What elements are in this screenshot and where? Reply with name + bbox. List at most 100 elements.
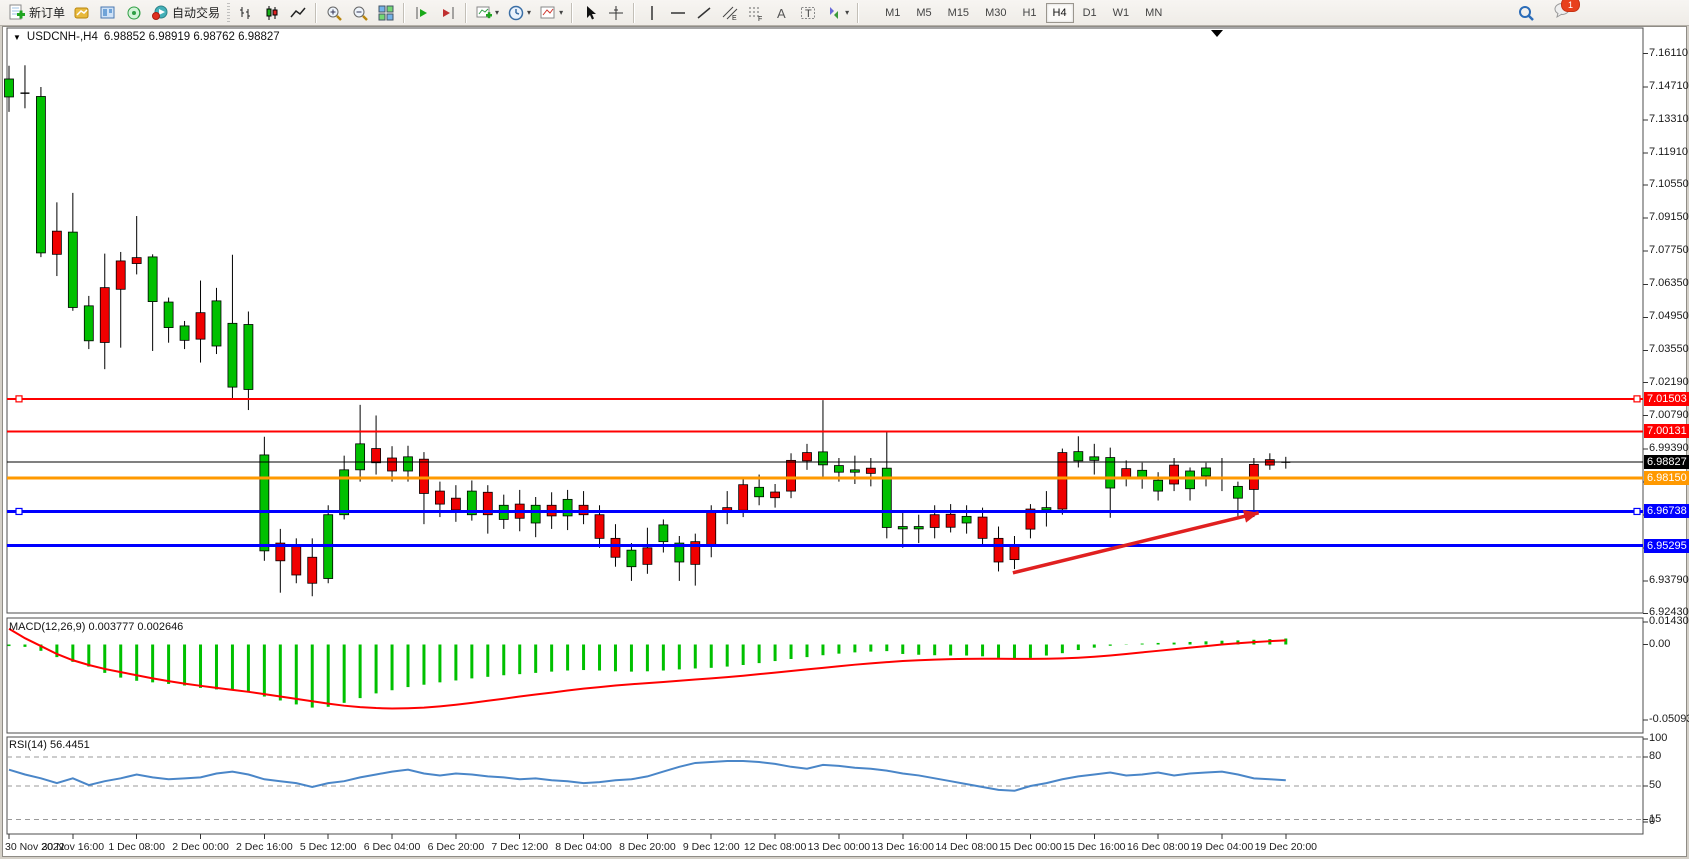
timeframe-button-M1[interactable]: M1 — [878, 3, 907, 23]
zoom-in-button[interactable] — [322, 2, 346, 24]
price-badge: 7.01503 — [1644, 392, 1689, 406]
channel-icon: E — [721, 4, 739, 22]
timeframe-button-H1[interactable]: H1 — [1015, 3, 1043, 23]
date-tick: 30 Nov 16:00 — [42, 841, 104, 853]
price-axis[interactable]: 7.161107.147107.133107.119107.105507.091… — [1639, 27, 1688, 858]
indicators-button[interactable]: ▾ — [472, 2, 502, 24]
text-button[interactable]: A — [770, 2, 794, 24]
chart-shift-button[interactable] — [436, 2, 460, 24]
timeframe-button-M30[interactable]: M30 — [978, 3, 1013, 23]
bar-chart-button[interactable] — [234, 2, 258, 24]
date-tick: 19 Dec 04:00 — [1191, 841, 1253, 853]
price-badge: 6.96738 — [1644, 504, 1689, 518]
channel-button[interactable]: E — [718, 2, 742, 24]
new-order-button[interactable]: 新订单 — [5, 2, 68, 24]
date-tick: 8 Dec 04:00 — [555, 841, 612, 853]
notifications-button[interactable]: 1 — [1553, 1, 1573, 24]
zoom-out-button[interactable] — [348, 2, 372, 24]
price-tick: 7.10550 — [1649, 178, 1689, 190]
price-badge: 6.95295 — [1644, 539, 1689, 553]
search-button[interactable] — [1514, 2, 1538, 24]
notification-badge: 1 — [1561, 0, 1580, 12]
auto-scroll-button[interactable] — [410, 2, 434, 24]
new-order-label: 新订单 — [29, 4, 65, 21]
new-order-icon — [8, 4, 26, 22]
rsi-value: 56.4451 — [50, 739, 90, 751]
trendline-button[interactable] — [692, 2, 716, 24]
auto-trading-button[interactable]: 自动交易 — [148, 2, 223, 24]
price-tick: 6.93790 — [1649, 574, 1689, 586]
dropdown-caret-icon: ▾ — [559, 8, 563, 17]
timeframe-button-MN[interactable]: MN — [1138, 3, 1169, 23]
rsi-indicator-label: RSI(14) 56.4451 — [9, 739, 90, 751]
price-tick: 7.16110 — [1649, 47, 1688, 59]
text-icon: A — [773, 4, 791, 22]
cursor-button[interactable] — [578, 2, 602, 24]
svg-text:E: E — [732, 15, 737, 22]
timeframe-button-D1[interactable]: D1 — [1076, 3, 1104, 23]
timeframe-button-M15[interactable]: M15 — [941, 3, 976, 23]
indicators-icon — [475, 4, 493, 22]
shapes-button[interactable]: ▾ — [822, 2, 852, 24]
date-tick: 16 Dec 08:00 — [1127, 841, 1189, 853]
date-tick: 6 Dec 20:00 — [428, 841, 485, 853]
fibonacci-button[interactable]: F — [744, 2, 768, 24]
date-tick: 8 Dec 20:00 — [619, 841, 676, 853]
toolbar: 新订单 自动交易 ▾ ▾ ▾ E F A T ▾ M1M5M15M30H1H4D… — [0, 0, 1689, 26]
macd-values: 0.003777 0.002646 — [88, 621, 183, 633]
price-tick: 7.13310 — [1649, 113, 1689, 125]
date-axis[interactable]: 30 Nov 202230 Nov 16:001 Dec 08:002 Dec … — [3, 833, 1688, 857]
date-tick: 5 Dec 12:00 — [300, 841, 357, 853]
toolbar-separator — [465, 3, 467, 23]
price-tick: 7.14710 — [1649, 80, 1689, 92]
date-tick: 1 Dec 08:00 — [108, 841, 165, 853]
cursor-icon — [581, 4, 599, 22]
search-icon — [1517, 4, 1535, 22]
timeframe-button-W1[interactable]: W1 — [1106, 3, 1137, 23]
label-button[interactable]: T — [796, 2, 820, 24]
chart-title[interactable]: ▼ USDCNH-,H4 6.98852 6.98919 6.98762 6.9… — [13, 31, 280, 43]
line-chart-button[interactable] — [286, 2, 310, 24]
timeframe-button-M5[interactable]: M5 — [909, 3, 938, 23]
date-tick: 13 Dec 00:00 — [808, 841, 870, 853]
vertical-line-button[interactable] — [640, 2, 664, 24]
rsi-name: RSI(14) — [9, 739, 47, 751]
horizontal-line-button[interactable] — [666, 2, 690, 24]
zoom-out-icon — [351, 4, 369, 22]
macd-tick: 0.014306 — [1649, 615, 1689, 627]
shapes-icon — [825, 4, 843, 22]
tile-windows-button[interactable] — [374, 2, 398, 24]
rsi-tick: 80 — [1649, 750, 1661, 762]
crosshair-button[interactable] — [604, 2, 628, 24]
dropdown-caret-icon: ▾ — [495, 8, 499, 17]
zoom-in-icon — [325, 4, 343, 22]
toolbar-separator — [633, 3, 635, 23]
auto-trading-icon — [151, 4, 169, 22]
horizontal-line-icon — [669, 4, 687, 22]
new-chart-icon — [73, 4, 91, 22]
rsi-tick: 50 — [1649, 779, 1661, 791]
candlestick-chart-icon — [263, 4, 281, 22]
toolbar-separator — [857, 3, 859, 23]
date-tick: 15 Dec 00:00 — [999, 841, 1061, 853]
signals-button[interactable] — [122, 2, 146, 24]
templates-icon — [539, 4, 557, 22]
price-tick: 7.07750 — [1649, 244, 1689, 256]
date-tick: 15 Dec 16:00 — [1063, 841, 1125, 853]
periods-button[interactable]: ▾ — [504, 2, 534, 24]
timeframe-button-H4[interactable]: H4 — [1046, 3, 1074, 23]
macd-tick: 0.00 — [1649, 638, 1670, 650]
toolbar-separator — [315, 3, 317, 23]
signals-icon — [125, 4, 143, 22]
profiles-button[interactable] — [96, 2, 120, 24]
dropdown-caret-icon: ▾ — [845, 8, 849, 17]
price-badge: 6.98150 — [1644, 471, 1689, 485]
toolbar-grip — [227, 3, 230, 23]
candlestick-chart-button[interactable] — [260, 2, 284, 24]
price-tick: 7.02190 — [1649, 376, 1689, 388]
line-chart-icon — [289, 4, 307, 22]
templates-button[interactable]: ▾ — [536, 2, 566, 24]
chart-canvas[interactable] — [3, 27, 1688, 856]
rsi-tick: 0 — [1649, 815, 1655, 827]
new-chart-button[interactable] — [70, 2, 94, 24]
